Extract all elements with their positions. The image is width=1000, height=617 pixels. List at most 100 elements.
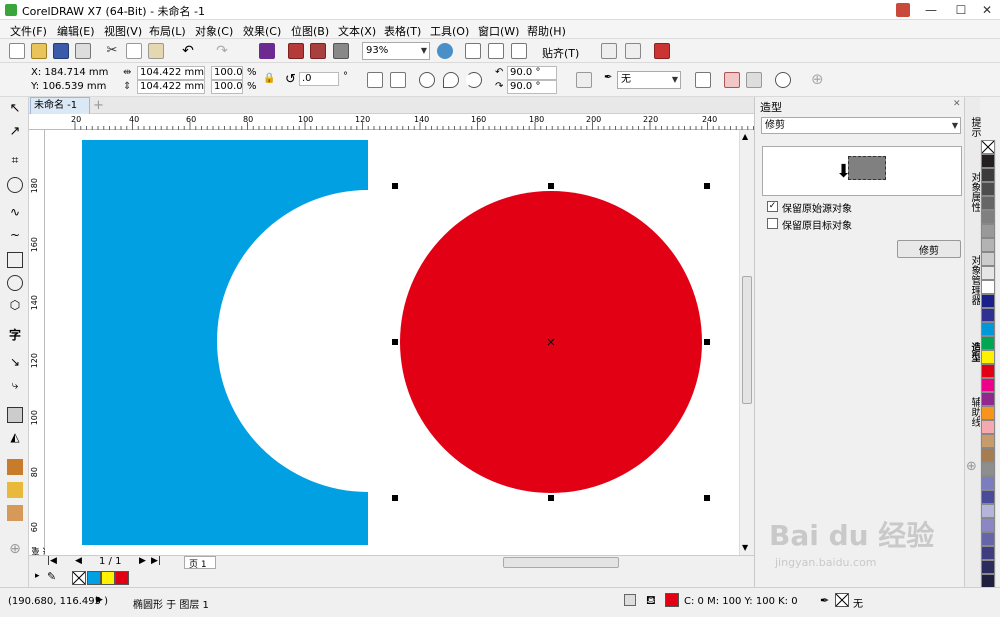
palette-swatch[interactable] [981, 308, 995, 322]
x-position-field[interactable]: X: 184.714 mm [31, 67, 108, 78]
menu-object[interactable]: 对象(C) [195, 23, 233, 39]
vertical-scroll-thumb[interactable] [742, 276, 752, 404]
customize-toolbox-icon[interactable]: ⊕ [7, 541, 23, 557]
palette-swatch[interactable] [981, 448, 995, 462]
coords-menu-icon[interactable]: ▶ [96, 595, 103, 605]
menu-window[interactable]: 窗口(W) [478, 23, 519, 39]
shape-tool-icon[interactable]: ↗ [7, 124, 23, 140]
prev-page-icon[interactable]: ◀ [75, 556, 82, 566]
mirror-horizontal-icon[interactable] [367, 72, 383, 88]
freehand-tool-icon[interactable]: ∿ [7, 205, 23, 221]
transparency-tool-icon[interactable]: ◭ [7, 430, 23, 446]
snap-to-dropdown[interactable]: 贴齐(T) [542, 45, 579, 61]
horizontal-ruler[interactable]: 20 40 60 80 100 120 140 160 180 200 220 … [29, 114, 754, 130]
menu-file[interactable]: 文件(F) [10, 23, 47, 39]
show-grid-icon[interactable] [488, 43, 504, 59]
arc-icon[interactable] [466, 72, 482, 88]
fill-color-swatch[interactable] [665, 593, 679, 607]
height-field[interactable]: 104.422 mm [137, 80, 205, 94]
polygon-tool-icon[interactable]: ⬡ [7, 298, 23, 314]
close-button[interactable]: ✕ [972, 0, 1000, 20]
outline-width-select[interactable]: 无 ▼ [617, 71, 681, 89]
text-tool-icon[interactable]: 字 [7, 326, 23, 342]
palette-swatch[interactable] [981, 406, 995, 420]
document-tab[interactable]: 未命名 -1 [30, 97, 90, 114]
ellipse-icon[interactable] [419, 72, 435, 88]
palette-swatch[interactable] [981, 154, 995, 168]
palette-swatch[interactable] [981, 392, 995, 406]
no-color-swatch[interactable] [72, 571, 86, 585]
to-back-icon[interactable] [746, 72, 762, 88]
add-icon[interactable]: ⊕ [811, 70, 824, 88]
palette-swatch[interactable] [981, 476, 995, 490]
menu-table[interactable]: 表格(T) [384, 23, 421, 39]
interactive-fill-icon[interactable] [7, 482, 23, 498]
scroll-up-icon[interactable]: ▲ [742, 132, 748, 141]
palette-swatch[interactable] [981, 252, 995, 266]
next-page-icon[interactable]: ▶ [139, 556, 146, 566]
doc-swatch-blue[interactable] [87, 571, 101, 585]
color-proof-icon[interactable] [624, 594, 636, 606]
menu-edit[interactable]: 编辑(E) [57, 23, 95, 39]
palette-swatch[interactable] [981, 364, 995, 378]
undo-icon[interactable]: ↶ [180, 43, 196, 59]
export-icon[interactable] [310, 43, 326, 59]
connector-tool-icon[interactable]: ⤷ [7, 378, 23, 394]
import-icon[interactable] [288, 43, 304, 59]
publish-pdf-icon[interactable] [333, 43, 349, 59]
redo-icon[interactable]: ↷ [214, 43, 230, 59]
doc-swatch-yellow[interactable] [101, 571, 115, 585]
add-docker-icon[interactable]: ⊕ [966, 459, 977, 474]
palette-swatch[interactable] [981, 266, 995, 280]
application-launcher-icon[interactable] [625, 43, 641, 59]
width-field[interactable]: 104.422 mm [137, 66, 205, 80]
paste-icon[interactable] [148, 43, 164, 59]
change-direction-icon[interactable] [576, 72, 592, 88]
palette-swatch[interactable] [981, 168, 995, 182]
shaping-operation-select[interactable]: 修剪 ▼ [761, 117, 961, 134]
palette-swatch[interactable] [981, 532, 995, 546]
menu-tools[interactable]: 工具(O) [430, 23, 469, 39]
smart-fill-icon[interactable] [7, 505, 23, 521]
show-rulers-icon[interactable] [465, 43, 481, 59]
no-fill-swatch[interactable] [981, 140, 995, 154]
palette-swatch[interactable] [981, 434, 995, 448]
keep-target-checkbox[interactable] [767, 218, 778, 229]
pick-tool-icon[interactable]: ↖ [7, 101, 23, 117]
menu-layout[interactable]: 布局(L) [149, 23, 186, 39]
arc-start-angle-field[interactable]: 90.0 ° [507, 66, 557, 80]
palette-swatch[interactable] [981, 294, 995, 308]
vertical-scrollbar[interactable]: ▲ ▼ [739, 130, 754, 555]
doc-swatch-red[interactable] [115, 571, 129, 585]
palette-swatch[interactable] [981, 280, 995, 294]
zoom-tool-icon[interactable] [7, 177, 23, 193]
palette-swatch[interactable] [981, 518, 995, 532]
palette-swatch[interactable] [981, 546, 995, 560]
menu-help[interactable]: 帮助(H) [527, 23, 566, 39]
mirror-vertical-icon[interactable] [390, 72, 406, 88]
menu-view[interactable]: 视图(V) [104, 23, 142, 39]
palette-menu-icon[interactable]: ▸ [35, 571, 40, 581]
print-icon[interactable] [75, 43, 91, 59]
new-tab-icon[interactable]: + [93, 98, 104, 113]
palette-swatch[interactable] [981, 350, 995, 364]
cut-icon[interactable]: ✂ [104, 43, 120, 59]
horizontal-scroll-thumb[interactable] [503, 557, 619, 568]
palette-swatch[interactable] [981, 574, 995, 588]
zoom-level-select[interactable]: 93% ▼ [362, 42, 430, 60]
dimension-tool-icon[interactable]: ↘ [7, 355, 23, 371]
lock-ratio-icon[interactable]: 🔒 [263, 73, 275, 84]
convert-to-curves-icon[interactable] [775, 72, 791, 88]
open-icon[interactable] [31, 43, 47, 59]
full-screen-preview-icon[interactable] [437, 43, 453, 59]
y-position-field[interactable]: Y: 106.539 mm [31, 81, 106, 92]
corel-connect-icon[interactable] [259, 43, 275, 59]
menu-effects[interactable]: 效果(C) [243, 23, 281, 39]
vertical-ruler[interactable]: 180 160 140 120 100 80 60 毫米 [29, 130, 51, 555]
palette-swatch[interactable] [981, 336, 995, 350]
palette-swatch[interactable] [981, 238, 995, 252]
eyedropper-tool-icon[interactable] [7, 459, 23, 475]
drop-shadow-tool-icon[interactable] [7, 407, 23, 423]
arc-end-angle-field[interactable]: 90.0 ° [507, 80, 557, 94]
outline-none-swatch[interactable] [835, 593, 849, 607]
